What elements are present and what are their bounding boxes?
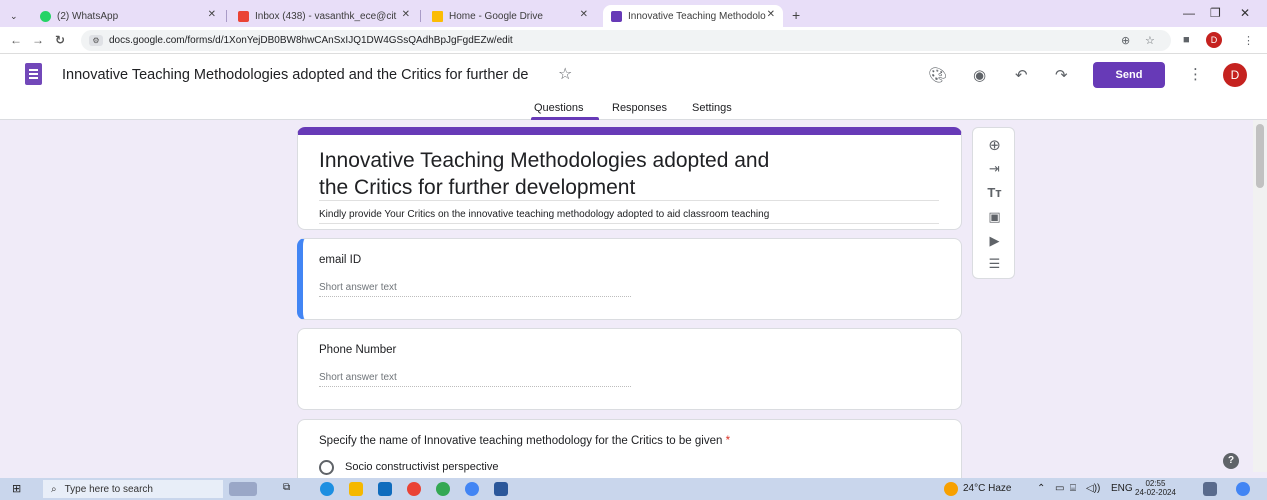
form-tabs: Questions Responses Settings [0, 102, 1267, 120]
form-description[interactable]: Kindly provide Your Critics on the innov… [319, 209, 769, 220]
reload-icon[interactable]: ↻ [55, 33, 65, 47]
form-title[interactable]: Innovative Teaching Methodologies adopte… [319, 147, 939, 201]
taskbar-search[interactable]: ⌕ Type here to search [43, 480, 223, 498]
tab-google-forms[interactable]: Innovative Teaching Methodolo ✕ [603, 5, 783, 27]
volume-icon[interactable]: ◁)) [1086, 483, 1100, 494]
tab-gmail[interactable]: Inbox (438) - vasanthk_ece@cit ✕ [230, 5, 418, 27]
language-indicator[interactable]: ENG [1111, 483, 1133, 494]
answer-underline [319, 386, 631, 387]
forms-logo-icon[interactable] [25, 63, 42, 85]
page-scrollbar[interactable] [1253, 120, 1267, 472]
forward-icon[interactable]: → [32, 33, 44, 47]
word-icon[interactable] [494, 482, 508, 496]
chrome-second-profile-icon[interactable] [465, 482, 479, 496]
add-question-icon[interactable]: ⊕ [973, 136, 1016, 154]
network-icon[interactable]: ▭ [1055, 483, 1064, 494]
tab-google-drive[interactable]: Home - Google Drive ✕ [424, 5, 596, 27]
short-answer-placeholder: Short answer text [319, 372, 397, 383]
short-answer-placeholder: Short answer text [319, 282, 397, 293]
gmail-icon [238, 10, 249, 22]
scrollbar-thumb[interactable] [1256, 124, 1264, 188]
task-view-icon[interactable]: ⧉ [283, 482, 290, 496]
tab-separator [420, 10, 421, 22]
windows-start-icon[interactable]: ⊞ [12, 482, 21, 496]
add-title-icon[interactable]: Tᴛ [973, 185, 1016, 200]
undo-icon[interactable]: ↶ [1015, 66, 1028, 84]
weather-text[interactable]: 24°C Haze [963, 483, 1011, 494]
taskbar-clock[interactable]: 02:55 24-02-2024 [1135, 479, 1176, 497]
whatsapp-icon [40, 10, 51, 22]
google-drive-icon [432, 10, 443, 22]
redo-icon[interactable]: ↷ [1055, 66, 1068, 84]
close-tab-icon[interactable]: ✕ [767, 9, 775, 20]
tab-responses[interactable]: Responses [612, 102, 667, 114]
active-tab-indicator [531, 117, 599, 120]
chevron-down-icon: ⌄ [10, 10, 18, 21]
mail-icon[interactable] [378, 482, 392, 496]
side-panel-icon[interactable]: ■ [1183, 34, 1190, 46]
close-tab-icon[interactable]: ✕ [208, 9, 216, 20]
tab-questions[interactable]: Questions [534, 102, 584, 114]
send-button[interactable]: Send [1093, 62, 1165, 88]
url-field[interactable]: ⚙ docs.google.com/forms/d/1XonYejDB0BW8h… [81, 30, 1171, 51]
browser-menu-icon[interactable]: ⋮ [1243, 34, 1254, 47]
help-icon[interactable]: ? [1223, 453, 1239, 469]
show-hidden-icons[interactable]: ⌃ [1037, 483, 1045, 494]
document-title[interactable]: Innovative Teaching Methodologies adopte… [62, 67, 542, 83]
close-tab-icon[interactable]: ✕ [402, 9, 410, 20]
add-image-icon[interactable]: ▣ [973, 209, 1016, 225]
tray-app-icon[interactable] [1236, 482, 1250, 496]
close-tab-icon[interactable]: ✕ [580, 9, 588, 20]
search-icon: ⌕ [51, 483, 57, 495]
tab-settings[interactable]: Settings [692, 102, 732, 114]
add-section-icon[interactable]: ☰ [973, 256, 1016, 272]
question-card-email[interactable]: email ID Short answer text [297, 238, 962, 320]
question-label: Specify the name of Innovative teaching … [319, 435, 731, 447]
browser-tab-strip: ⌄ (2) WhatsApp ✕ Inbox (438) - vasanthk_… [0, 0, 1267, 27]
forms-header: Innovative Teaching Methodologies adopte… [0, 54, 1267, 120]
question-label: email ID [319, 254, 362, 266]
radio-button[interactable] [319, 460, 334, 475]
add-video-icon[interactable]: ▶ [973, 233, 1016, 249]
site-settings-icon[interactable]: ⚙ [89, 35, 103, 46]
new-tab-button[interactable]: + [792, 7, 800, 23]
palette-icon[interactable]: 🎨︎ [928, 66, 947, 84]
minimize-icon[interactable]: — [1183, 6, 1195, 20]
edge-icon[interactable] [320, 482, 334, 496]
radio-option-label: Socio constructivist perspective [345, 461, 499, 473]
window-close-icon[interactable]: ✕ [1240, 6, 1250, 20]
question-label: Phone Number [319, 344, 397, 356]
tab-search-button[interactable]: ⌄ [6, 5, 24, 27]
weather-icon[interactable] [944, 482, 958, 496]
question-toolbar: ⊕ ⇥ Tᴛ ▣ ▶ ☰ [972, 127, 1015, 279]
chrome-profile-icon[interactable] [436, 482, 450, 496]
question-card-phone[interactable]: Phone Number Short answer text [297, 328, 962, 410]
wifi-icon[interactable]: ⌸ [1070, 483, 1076, 494]
required-asterisk: * [725, 435, 731, 447]
title-underline [319, 200, 939, 201]
back-icon[interactable]: ← [10, 33, 22, 47]
restore-icon[interactable]: ❐ [1210, 6, 1221, 20]
description-underline [319, 223, 939, 224]
cortana-image-icon[interactable] [229, 482, 257, 496]
tab-separator [226, 10, 227, 22]
bookmark-star-icon[interactable]: ☆ [1145, 34, 1155, 47]
file-explorer-icon[interactable] [349, 482, 363, 496]
answer-underline [319, 296, 631, 297]
form-title-card[interactable]: Innovative Teaching Methodologies adopte… [297, 127, 962, 230]
chrome-icon[interactable] [407, 482, 421, 496]
more-options-icon[interactable]: ⋮ [1188, 65, 1203, 83]
star-icon[interactable]: ☆ [558, 64, 572, 84]
tab-whatsapp[interactable]: (2) WhatsApp ✕ [32, 5, 224, 27]
browser-profile-avatar[interactable]: D [1206, 32, 1222, 48]
zoom-icon[interactable]: ⊕ [1121, 34, 1130, 47]
notification-icon[interactable] [1203, 482, 1217, 496]
account-avatar[interactable]: D [1223, 63, 1247, 87]
address-bar-row: ← → ↻ ⚙ docs.google.com/forms/d/1XonYejD… [0, 27, 1267, 54]
windows-taskbar: ⊞ ⌕ Type here to search ⧉ 24°C Haze ⌃ ▭ … [0, 478, 1267, 500]
import-questions-icon[interactable]: ⇥ [973, 161, 1016, 177]
preview-eye-icon[interactable]: ◉ [973, 66, 986, 84]
google-forms-icon [611, 10, 622, 22]
